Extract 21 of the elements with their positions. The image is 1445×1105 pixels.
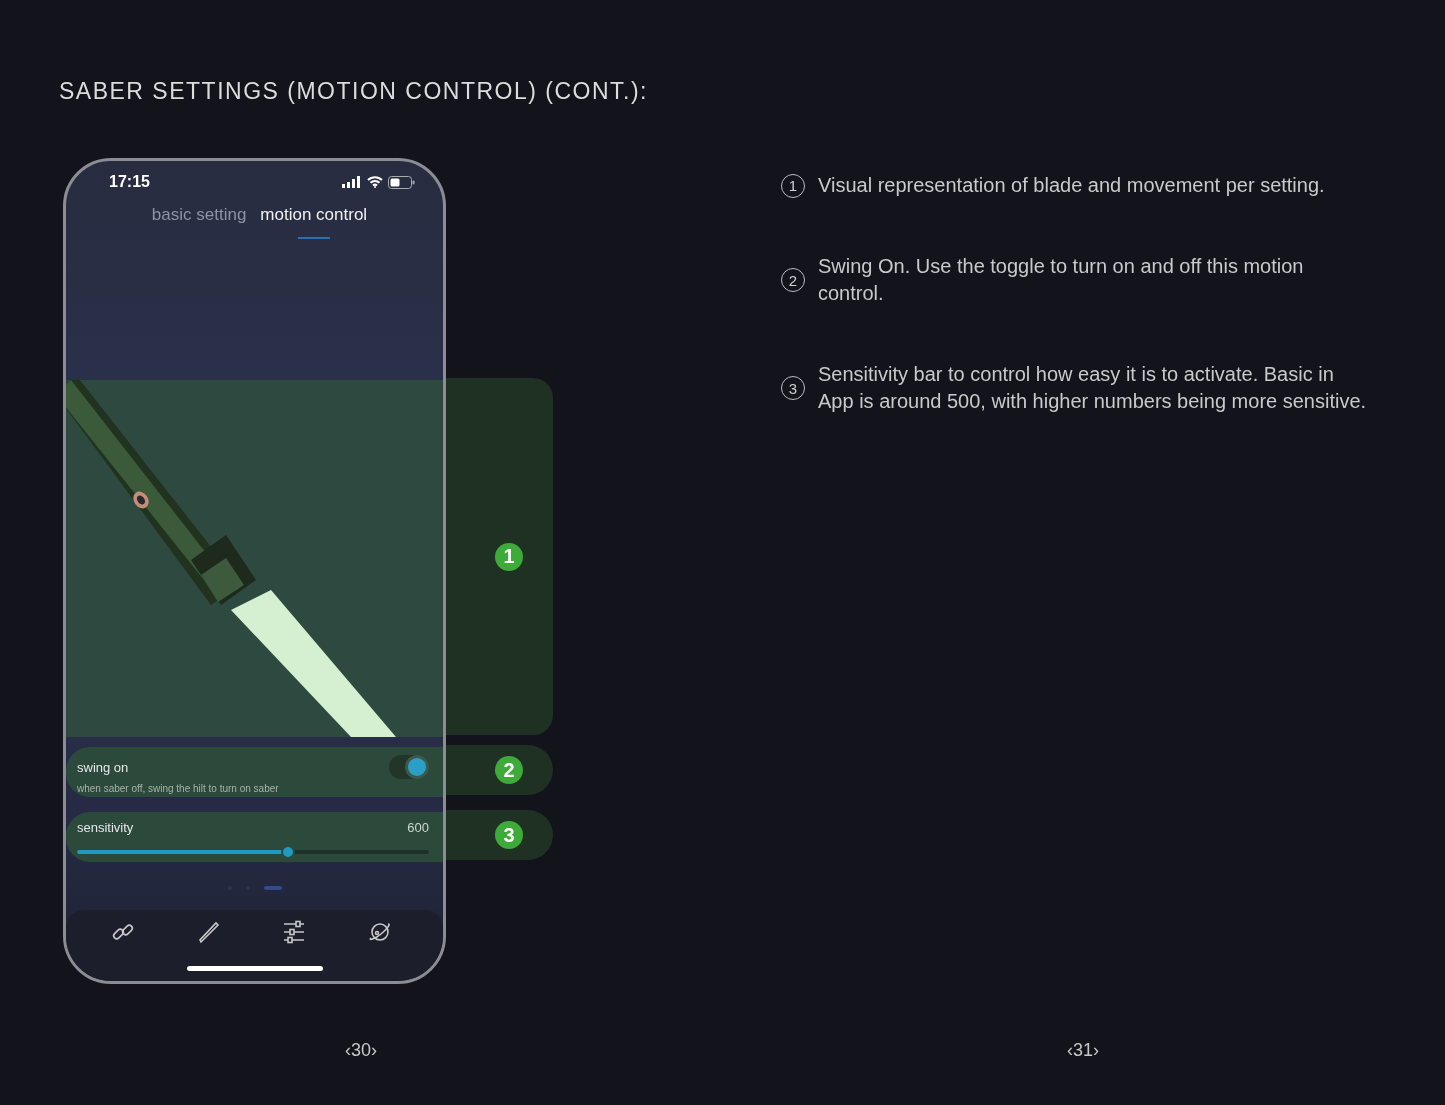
page-title: SABER SETTINGS (MOTION CONTROL) (CONT.):: [59, 78, 648, 105]
signal-icon: [342, 176, 362, 188]
callout-badge: 3: [495, 821, 523, 849]
note-text: Swing On. Use the toggle to turn on and off this motion control.: [818, 254, 1305, 306]
battery-icon: [388, 175, 415, 189]
status-time: 17:15: [109, 173, 150, 191]
slider-thumb[interactable]: [283, 847, 294, 857]
page-number: ‹30›: [345, 1040, 377, 1061]
setting-label: sensitivity: [77, 820, 134, 835]
setting-label: swing on: [77, 759, 129, 775]
note-text: Visual representation of blade and movement per setting.: [818, 173, 1325, 198]
note-text: Sensitivity bar to control how easy it is to activate. Basic in App is around 500, with higher numbers being more sensitive.: [818, 362, 1368, 414]
page-number: ‹31›: [1067, 1040, 1099, 1061]
tab[interactable]: basic setting: [151, 205, 247, 247]
setting-description: when saber off, swing the hilt to turn on saber: [77, 783, 280, 794]
callout-badge: 2: [495, 756, 523, 784]
toggle-switch[interactable]: [389, 755, 429, 779]
tab[interactable]: motion control: [260, 205, 368, 247]
wifi-icon: [367, 176, 383, 188]
slider-value: 600: [407, 820, 429, 835]
callout-badge: 1: [495, 542, 523, 571]
